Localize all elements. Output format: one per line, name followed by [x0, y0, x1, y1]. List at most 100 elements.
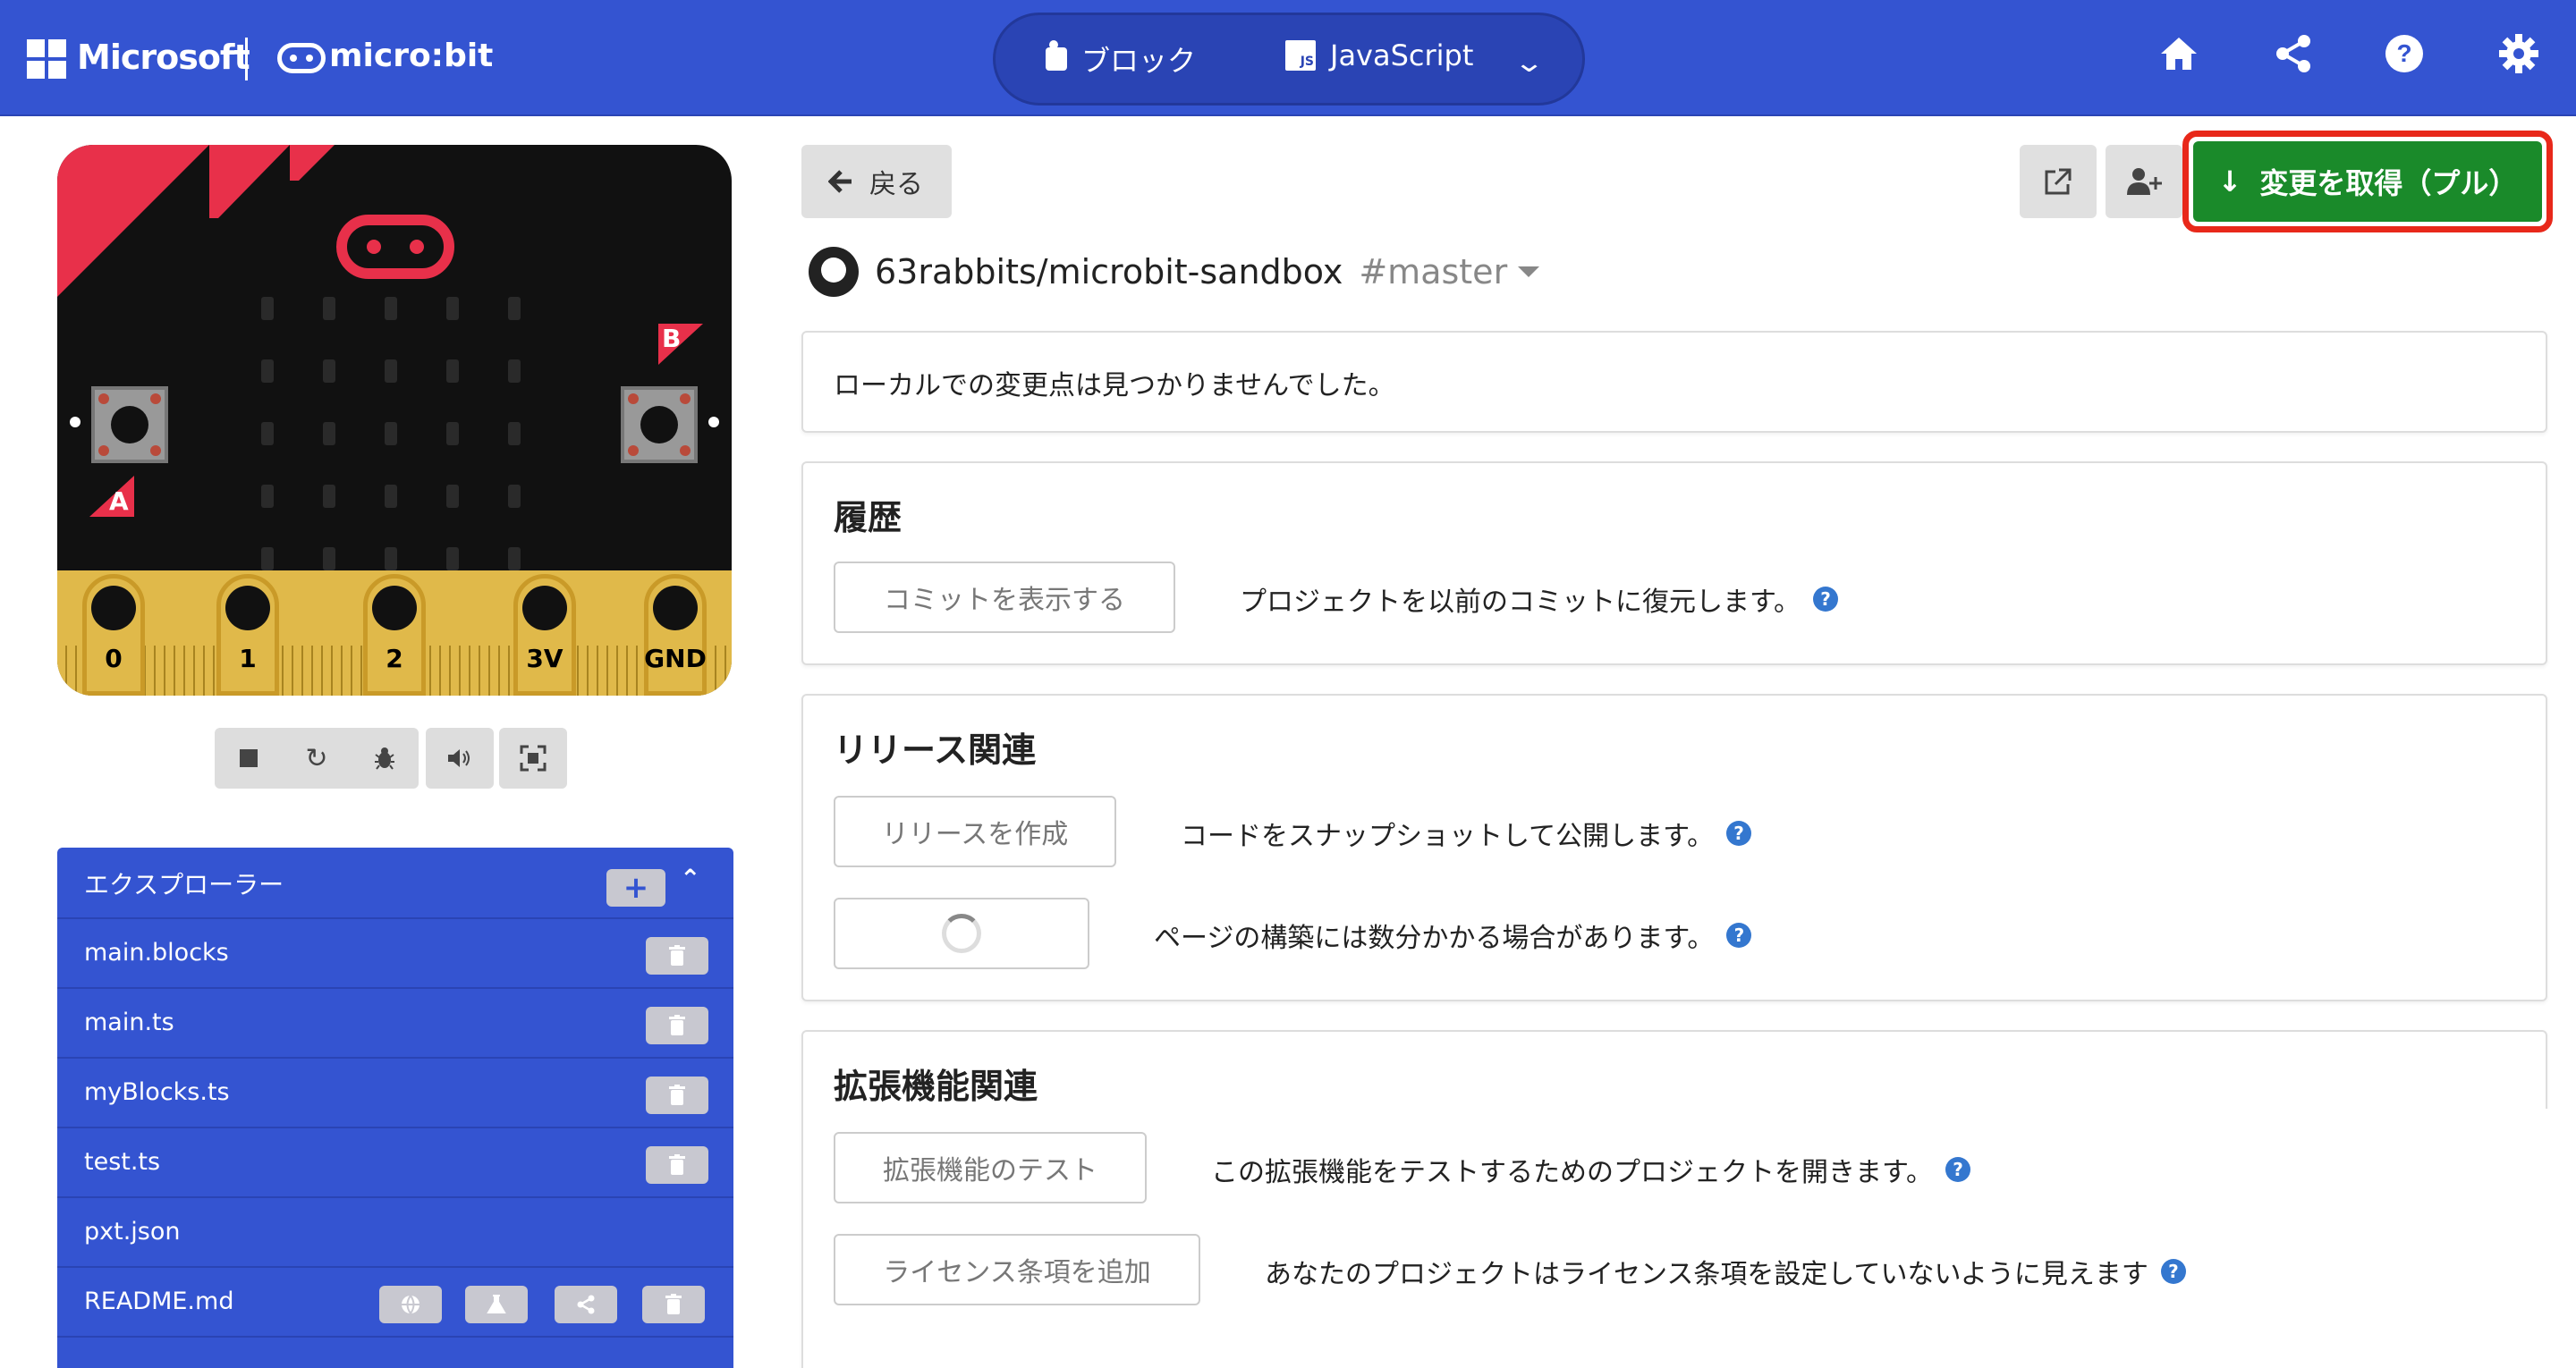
microsoft-brand: Microsoft	[77, 38, 250, 77]
board-corner-decoration	[57, 145, 335, 297]
button-b[interactable]	[621, 386, 698, 463]
pin-0[interactable]	[82, 574, 145, 696]
file-row[interactable]: main.ts	[57, 989, 733, 1059]
repo-name[interactable]: 63rabbits/microbit-sandbox	[875, 252, 1343, 291]
editor-mode-toggle: ブロック JS JavaScript ⌄	[993, 13, 1585, 106]
test-extension-description: この拡張機能をテストするためのプロジェクトを開きます。 ?	[1211, 1150, 1970, 1189]
add-file-button[interactable]: +	[606, 869, 665, 907]
view-commits-button[interactable]: コミットを表示する	[834, 562, 1175, 633]
home-icon[interactable]	[2154, 32, 2204, 82]
delete-file-button[interactable]	[646, 1146, 708, 1184]
file-name: README.md	[84, 1288, 234, 1315]
branch-caret-icon[interactable]	[1518, 266, 1540, 277]
help-icon[interactable]: ?	[2160, 1259, 2186, 1284]
pin-label: 0	[105, 644, 123, 673]
simulator-controls: ↻	[215, 728, 419, 789]
pin-label: 1	[239, 644, 257, 673]
overlay-blank	[2265, 1109, 2576, 1368]
simulator-controls-secondary	[426, 728, 494, 789]
simulator-controls-tertiary	[499, 728, 567, 789]
share-file-icon[interactable]	[555, 1286, 617, 1323]
help-icon[interactable]: ?	[1726, 821, 1752, 846]
pin-2[interactable]	[363, 574, 426, 696]
repo-header: 63rabbits/microbit-sandbox #master	[809, 247, 1540, 297]
blocks-mode-label: ブロック	[1081, 44, 1197, 78]
microbit-brand[interactable]: micro:bit	[329, 38, 493, 74]
pin-1[interactable]	[216, 574, 279, 696]
history-title: 履歴	[834, 498, 902, 537]
side-dot	[708, 417, 719, 427]
pull-changes-button[interactable]: ↓ 変更を取得（プル）	[2193, 141, 2542, 222]
file-row[interactable]: README.md	[57, 1268, 733, 1338]
restart-icon[interactable]: ↻	[283, 728, 351, 789]
test-extension-button[interactable]: 拡張機能のテスト	[834, 1132, 1147, 1203]
microsoft-logo-icon	[27, 39, 66, 79]
open-external-button[interactable]	[2020, 145, 2097, 218]
microbit-logo-icon	[277, 43, 326, 73]
release-title: リリース関連	[834, 730, 1037, 770]
sound-icon[interactable]	[426, 728, 494, 789]
microbit-simulator[interactable]: A B 0 1 2 3V GND	[57, 145, 732, 696]
delete-file-button[interactable]	[646, 937, 708, 975]
pages-description: ページの構築には数分かかる場合があります。 ?	[1154, 916, 1752, 955]
globe-icon[interactable]	[379, 1286, 442, 1323]
help-icon[interactable]: ?	[1945, 1157, 1970, 1182]
file-row[interactable]: myBlocks.ts	[57, 1059, 733, 1128]
brand-divider	[245, 38, 248, 80]
file-name: test.ts	[84, 1148, 161, 1176]
logo-touch-sensor[interactable]	[336, 215, 454, 279]
file-row[interactable]: pxt.json	[57, 1198, 733, 1268]
pin-label: 2	[386, 644, 403, 673]
flask-icon[interactable]	[465, 1286, 528, 1323]
debug-icon[interactable]	[351, 728, 419, 789]
external-link-icon	[2045, 168, 2072, 195]
delete-file-button[interactable]	[646, 1077, 708, 1114]
side-dot	[70, 417, 80, 427]
delete-file-button[interactable]	[642, 1286, 705, 1323]
button-a[interactable]	[91, 386, 168, 463]
create-release-button[interactable]: リリースを作成	[834, 796, 1116, 867]
help-icon[interactable]: ?	[2379, 32, 2429, 82]
add-user-icon	[2127, 168, 2162, 195]
pin-label: GND	[644, 644, 707, 673]
help-icon[interactable]: ?	[1726, 923, 1752, 948]
chevron-up-icon[interactable]: ⌃	[680, 864, 700, 893]
history-description: プロジェクトを以前のコミットに復元します。 ?	[1240, 579, 1838, 619]
led-matrix	[261, 297, 521, 570]
javascript-mode-label: JavaScript	[1330, 38, 1474, 72]
fullscreen-icon[interactable]	[499, 728, 567, 789]
file-row[interactable]: main.blocks	[57, 919, 733, 989]
javascript-mode-button[interactable]: JS JavaScript	[1285, 38, 1473, 72]
file-explorer: エクスプローラー + ⌃ main.blocks main.ts myBlock…	[57, 848, 733, 1368]
license-description: あなたのプロジェクトはライセンス条項を設定していないように見えます ?	[1265, 1252, 2186, 1291]
chevron-down-icon[interactable]: ⌄	[1513, 47, 1545, 79]
share-icon[interactable]	[2268, 32, 2318, 82]
help-icon[interactable]: ?	[1813, 587, 1838, 612]
pin-gnd	[644, 574, 707, 696]
status-message: ローカルでの変更点は見つかりませんでした。	[834, 370, 1395, 401]
blocks-mode-button[interactable]: ブロック	[1046, 38, 1196, 80]
file-name: main.ts	[84, 1009, 174, 1036]
button-b-label: B	[662, 324, 682, 353]
add-collaborator-button[interactable]	[2106, 145, 2182, 218]
extension-title: 拡張機能関連	[834, 1067, 1038, 1106]
add-license-button[interactable]: ライセンス条項を追加	[834, 1234, 1200, 1305]
status-card: ローカルでの変更点は見つかりませんでした。	[801, 331, 2547, 433]
github-icon	[809, 247, 859, 297]
file-row[interactable]: test.ts	[57, 1128, 733, 1198]
branch-name[interactable]: #master	[1359, 252, 1507, 291]
pages-description-text: ページの構築には数分かかる場合があります。	[1154, 923, 1715, 954]
file-name: myBlocks.ts	[84, 1078, 230, 1106]
explorer-header[interactable]: エクスプローラー + ⌃	[57, 848, 733, 919]
history-description-text: プロジェクトを以前のコミットに復元します。	[1240, 587, 1801, 618]
loading-spinner-icon	[942, 914, 981, 953]
stop-icon[interactable]	[215, 728, 283, 789]
release-description-text: コードをスナップショットして公開します。	[1181, 821, 1715, 852]
test-extension-description-text: この拡張機能をテストするためのプロジェクトを開きます。	[1211, 1157, 1933, 1188]
settings-icon[interactable]	[2494, 32, 2544, 82]
release-description: コードをスナップショットして公開します。 ?	[1181, 814, 1752, 853]
pin-3v	[513, 574, 576, 696]
back-button[interactable]: 戻る	[801, 145, 952, 218]
delete-file-button[interactable]	[646, 1007, 708, 1044]
history-card: 履歴 コミットを表示する プロジェクトを以前のコミットに復元します。 ?	[801, 461, 2547, 665]
